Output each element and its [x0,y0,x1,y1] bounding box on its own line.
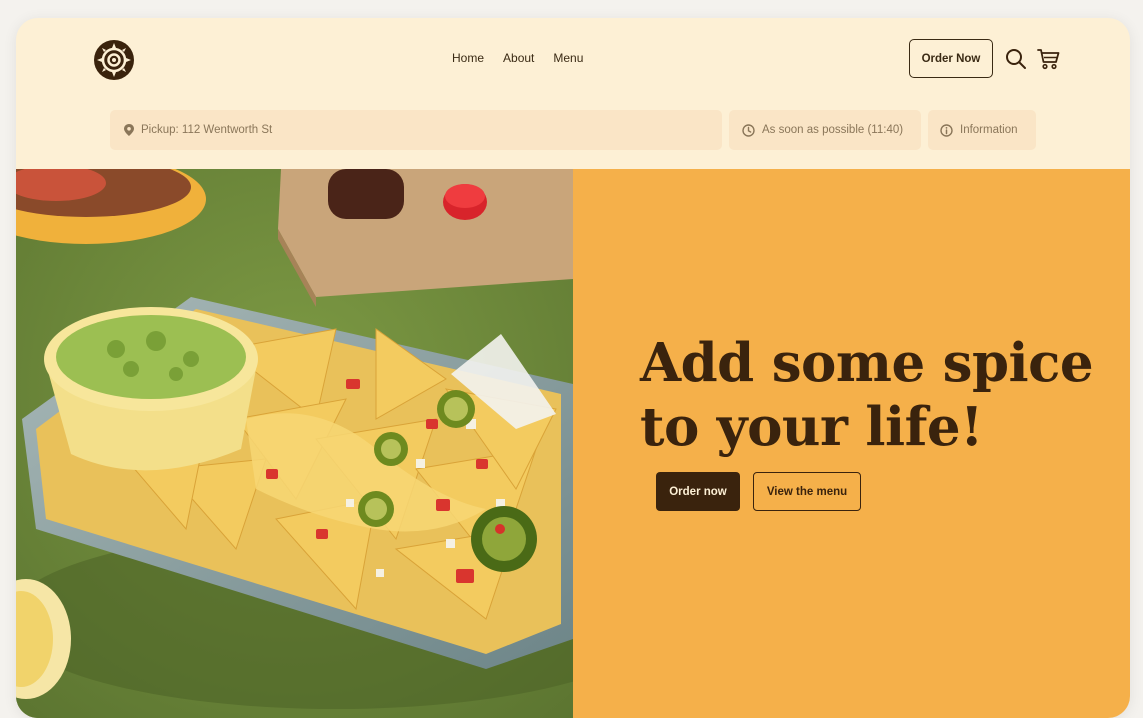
hero-food-image [16,169,573,718]
map-pin-icon [124,124,134,136]
sun-logo-icon[interactable] [93,39,135,81]
nachos-illustration [16,169,573,718]
order-now-cta[interactable]: Order now [656,472,740,511]
nav-about[interactable]: About [503,51,534,65]
main-nav: Home About Menu [452,51,583,65]
cart-icon[interactable] [1037,48,1061,70]
headline-line-1: Add some spice [640,332,1094,394]
hero-panel: Add some spice to your life! Order now V… [573,169,1130,718]
view-menu-cta[interactable]: View the menu [753,472,861,511]
information-label: Information [960,124,1018,136]
pickup-label: Pickup: 112 Wentworth St [141,124,273,136]
clock-icon [742,123,755,137]
search-icon[interactable] [1005,48,1027,70]
headline-line-2: to your life! [640,396,983,458]
order-now-button[interactable]: Order Now [909,39,993,78]
nav-home[interactable]: Home [452,51,484,65]
nav-menu[interactable]: Menu [553,51,583,65]
app-frame: Home About Menu Order Now Pickup: 112 We… [16,18,1130,718]
hero-headline: Add some spice to your life! [640,331,1120,459]
pickup-location[interactable]: Pickup: 112 Wentworth St [110,110,722,150]
time-label: As soon as possible (11:40) [762,124,904,136]
info-icon [940,123,953,137]
information-button[interactable]: Information [928,110,1036,150]
pickup-time[interactable]: As soon as possible (11:40) [729,110,921,150]
